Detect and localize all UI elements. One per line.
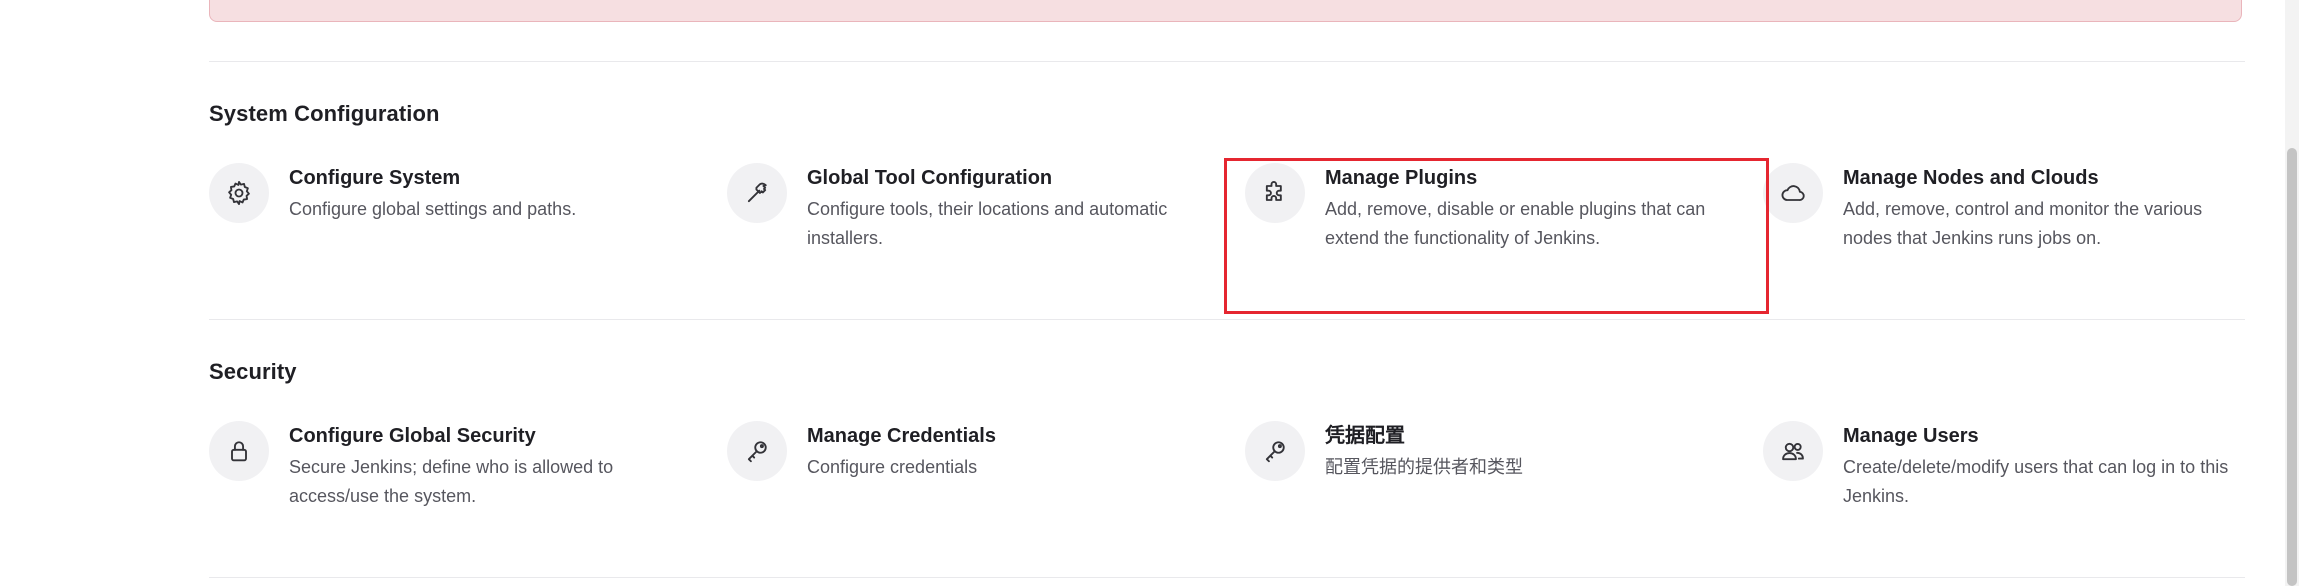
divider xyxy=(209,577,2245,578)
hammer-icon xyxy=(727,163,787,223)
item-description: 配置凭据的提供者和类型 xyxy=(1325,457,1523,477)
item-title: Manage Nodes and Clouds xyxy=(1843,167,2099,189)
gear-icon xyxy=(209,163,269,223)
item-title: Configure Global Security xyxy=(289,425,536,447)
divider xyxy=(209,319,2245,320)
scrollbar-thumb[interactable] xyxy=(2287,148,2297,586)
item-description: Configure global settings and paths. xyxy=(289,199,577,219)
manage-credentials-link[interactable]: Manage Credentials Configure credentials xyxy=(727,421,1227,531)
lock-icon xyxy=(209,421,269,481)
item-title: Manage Plugins xyxy=(1325,167,1478,189)
manage-nodes-and-clouds-link[interactable]: Manage Nodes and Clouds Add, remove, con… xyxy=(1763,163,2263,273)
item-description: Add, remove, disable or enable plugins t… xyxy=(1325,199,1706,248)
warning-alert xyxy=(209,0,2242,22)
configure-global-security-link[interactable]: Configure Global Security Secure Jenkins… xyxy=(209,421,709,531)
item-description: Secure Jenkins; define who is allowed to… xyxy=(289,457,614,506)
vertical-scrollbar[interactable] xyxy=(2285,0,2299,586)
item-title: Global Tool Configuration xyxy=(807,167,1053,189)
item-description: Add, remove, control and monitor the var… xyxy=(1843,199,2203,248)
section-title-security: Security xyxy=(209,359,297,384)
key-icon xyxy=(727,421,787,481)
item-title: Manage Credentials xyxy=(807,425,996,447)
manage-users-link[interactable]: Manage Users Create/delete/modify users … xyxy=(1763,421,2263,531)
item-description: Configure credentials xyxy=(807,457,978,477)
users-icon xyxy=(1763,421,1823,481)
item-title: Configure System xyxy=(289,167,461,189)
key-icon xyxy=(1245,421,1305,481)
item-title: Manage Users xyxy=(1843,425,1979,447)
puzzle-icon xyxy=(1245,163,1305,223)
item-title: 凭据配置 xyxy=(1325,425,1405,447)
item-description: Create/delete/modify users that can log … xyxy=(1843,457,2229,506)
section-title-system-configuration: System Configuration xyxy=(209,101,440,126)
item-description: Configure tools, their locations and aut… xyxy=(807,199,1168,248)
global-tool-configuration-link[interactable]: Global Tool Configuration Configure tool… xyxy=(727,163,1227,273)
configure-system-link[interactable]: Configure System Configure global settin… xyxy=(209,163,709,273)
divider xyxy=(209,61,2245,62)
manage-jenkins-page: System Configuration Configure System Co… xyxy=(0,0,2299,586)
cloud-icon xyxy=(1763,163,1823,223)
manage-plugins-link[interactable]: Manage Plugins Add, remove, disable or e… xyxy=(1245,163,1745,273)
credential-providers-link[interactable]: 凭据配置 配置凭据的提供者和类型 xyxy=(1245,421,1745,531)
